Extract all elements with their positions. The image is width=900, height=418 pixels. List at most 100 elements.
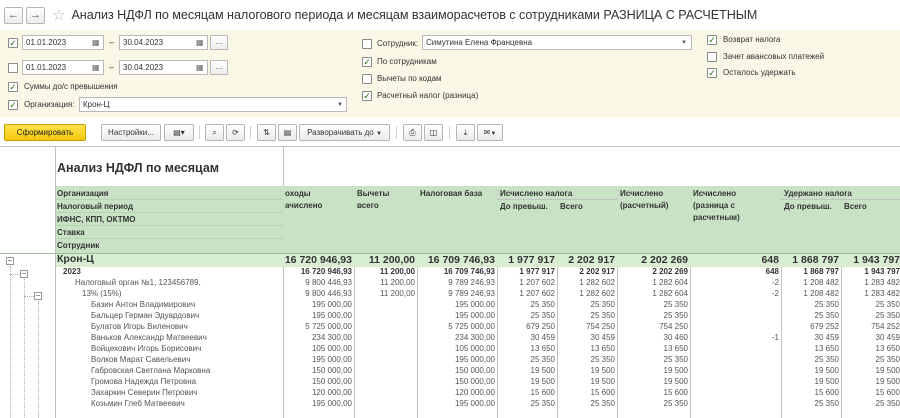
- chevron-down-icon[interactable]: ▼: [337, 102, 343, 108]
- generate-button[interactable]: Сформировать: [4, 124, 86, 141]
- search-clear-icon: ⟳: [232, 128, 239, 137]
- calendar-icon[interactable]: ▦: [92, 64, 100, 72]
- org-value-cell: 2 202 917: [568, 254, 615, 266]
- value-cell: 25 350: [814, 300, 839, 309]
- calendar-icon[interactable]: ▦: [92, 39, 100, 47]
- period1-to-field[interactable]: 30.04.2023: [119, 35, 208, 50]
- value-cell: 1 977 917: [519, 267, 555, 276]
- remaining-withhold-checkbox[interactable]: ✓: [707, 68, 717, 78]
- sums-before-exceed-label: Суммы до/с превышения: [24, 82, 118, 91]
- period1-select-button[interactable]: ...: [210, 35, 228, 50]
- calc-tax-diff-checkbox[interactable]: ✓: [362, 91, 372, 101]
- search-clear-button[interactable]: ⟳: [226, 124, 245, 141]
- value-cell: 9 789 246,93: [448, 278, 495, 287]
- period2-to-field[interactable]: 30.04.2023: [119, 60, 208, 75]
- preview-button[interactable]: ◫: [424, 124, 443, 141]
- check-icon: ✓: [9, 100, 17, 110]
- row-label: Габровская Светлана Марковна: [91, 366, 211, 375]
- col-deductions-l2: всего: [357, 201, 379, 210]
- report-spreadsheet[interactable]: Анализ НДФЛ по месяцам Организация Налог…: [0, 146, 900, 418]
- deductions-by-codes-label: Вычеты по кодам: [377, 74, 442, 83]
- save-button[interactable]: ⤓: [456, 124, 475, 141]
- forward-button[interactable]: →: [26, 6, 45, 24]
- check-icon: ✓: [9, 38, 17, 48]
- organization-label: Организация:: [24, 100, 75, 109]
- value-cell: 19 500: [875, 366, 900, 375]
- advance-offset-checkbox[interactable]: [707, 52, 717, 62]
- value-cell: 19 500: [814, 366, 839, 375]
- value-cell: 25 350: [530, 355, 555, 364]
- back-button[interactable]: ←: [4, 6, 23, 24]
- check-icon: ✓: [708, 68, 716, 78]
- col-calc-diff-l3: расчетным): [693, 213, 740, 222]
- value-cell: 195 000,00: [311, 399, 352, 408]
- value-cell: 195 000,00: [454, 399, 495, 408]
- collapse-level3-button[interactable]: −: [34, 292, 42, 300]
- value-cell: 195 000,00: [454, 355, 495, 364]
- check-icon: ✓: [363, 91, 371, 101]
- row-label: Волков Марат Савельевич: [91, 355, 191, 364]
- by-employees-checkbox[interactable]: ✓: [362, 57, 372, 67]
- settings-button[interactable]: Настройки...: [101, 124, 161, 141]
- value-cell: 195 000,00: [454, 311, 495, 320]
- expand-to-button[interactable]: Разворачивать до ▼: [299, 124, 390, 141]
- collapse-level1-button[interactable]: −: [6, 257, 14, 265]
- value-cell: 1 282 604: [652, 289, 688, 298]
- organization-checkbox[interactable]: ✓: [8, 100, 18, 110]
- sort-asc-button[interactable]: ⇅: [257, 124, 276, 141]
- employee-checkbox[interactable]: [362, 39, 372, 49]
- value-cell: 15 600: [530, 388, 555, 397]
- value-cell: 1 282 602: [579, 278, 615, 287]
- value-cell: 30 460: [663, 333, 688, 342]
- collapse-level2-button[interactable]: −: [20, 270, 28, 278]
- org-value-cell: 2 202 269: [641, 254, 688, 266]
- period2-checkbox[interactable]: [8, 63, 18, 73]
- mail-button[interactable]: ✉▼: [477, 124, 503, 141]
- value-cell: 15 600: [663, 388, 688, 397]
- value-cell: 1 208 482: [803, 289, 839, 298]
- col-calc-tax: Исчислено налога: [500, 189, 573, 198]
- value-cell: 754 250: [586, 322, 615, 331]
- org-value-cell: 16 720 946,93: [284, 254, 352, 266]
- value-cell: 150 000,00: [454, 366, 495, 375]
- print-icon: ⎙: [409, 128, 416, 137]
- value-cell: 19 500: [590, 366, 615, 375]
- value-cell: 25 350: [814, 311, 839, 320]
- value-cell: 1 207 602: [519, 278, 555, 287]
- period2-select-button[interactable]: ...: [210, 60, 228, 75]
- calendar-icon[interactable]: ▦: [196, 39, 204, 47]
- value-cell: 1 283 482: [864, 289, 900, 298]
- search-button[interactable]: ⌕: [205, 124, 224, 141]
- organization-field[interactable]: Крон-Ц: [79, 97, 347, 112]
- value-cell: 234 300,00: [454, 333, 495, 342]
- calendar-icon[interactable]: ▦: [196, 64, 204, 72]
- org-value-cell: 11 200,00: [368, 254, 415, 266]
- org-name: Крон-Ц: [57, 253, 94, 265]
- filter-panel: ✓ 01.01.2023 ▦ – 30.04.2023 ▦ ... 01.01.…: [0, 30, 900, 118]
- row-label: Козьмин Глеб Матвеевич: [91, 399, 185, 408]
- value-cell: 2 202 917: [579, 267, 615, 276]
- header-organization: Организация: [57, 189, 109, 198]
- value-cell: 195 000,00: [454, 300, 495, 309]
- variants-button[interactable]: ▤▾: [164, 124, 194, 141]
- value-cell: 19 500: [875, 377, 900, 386]
- value-cell: 25 350: [875, 300, 900, 309]
- value-cell: 5 725 000,00: [448, 322, 495, 331]
- print-button[interactable]: ⎙: [403, 124, 422, 141]
- star-icon[interactable]: ☆: [52, 8, 65, 23]
- arrow-left-icon: ←: [8, 9, 19, 21]
- employee-field[interactable]: Симутина Елена Францевна: [422, 35, 692, 50]
- sums-before-exceed-checkbox[interactable]: ✓: [8, 82, 18, 92]
- arrow-right-icon: →: [30, 9, 41, 21]
- chevron-down-icon[interactable]: ▼: [681, 40, 687, 46]
- value-cell: 11 200,00: [380, 289, 415, 298]
- value-cell: 679 250: [526, 322, 555, 331]
- value-cell: 30 459: [814, 333, 839, 342]
- deductions-by-codes-checkbox[interactable]: [362, 74, 372, 84]
- row-label: Ваньков Александр Матвеевич: [91, 333, 207, 342]
- sort-desc-button[interactable]: ▤: [278, 124, 297, 141]
- period1-checkbox[interactable]: ✓: [8, 38, 18, 48]
- tax-refund-checkbox[interactable]: ✓: [707, 35, 717, 45]
- value-cell: 754 252: [871, 322, 900, 331]
- value-cell: 195 000,00: [311, 355, 352, 364]
